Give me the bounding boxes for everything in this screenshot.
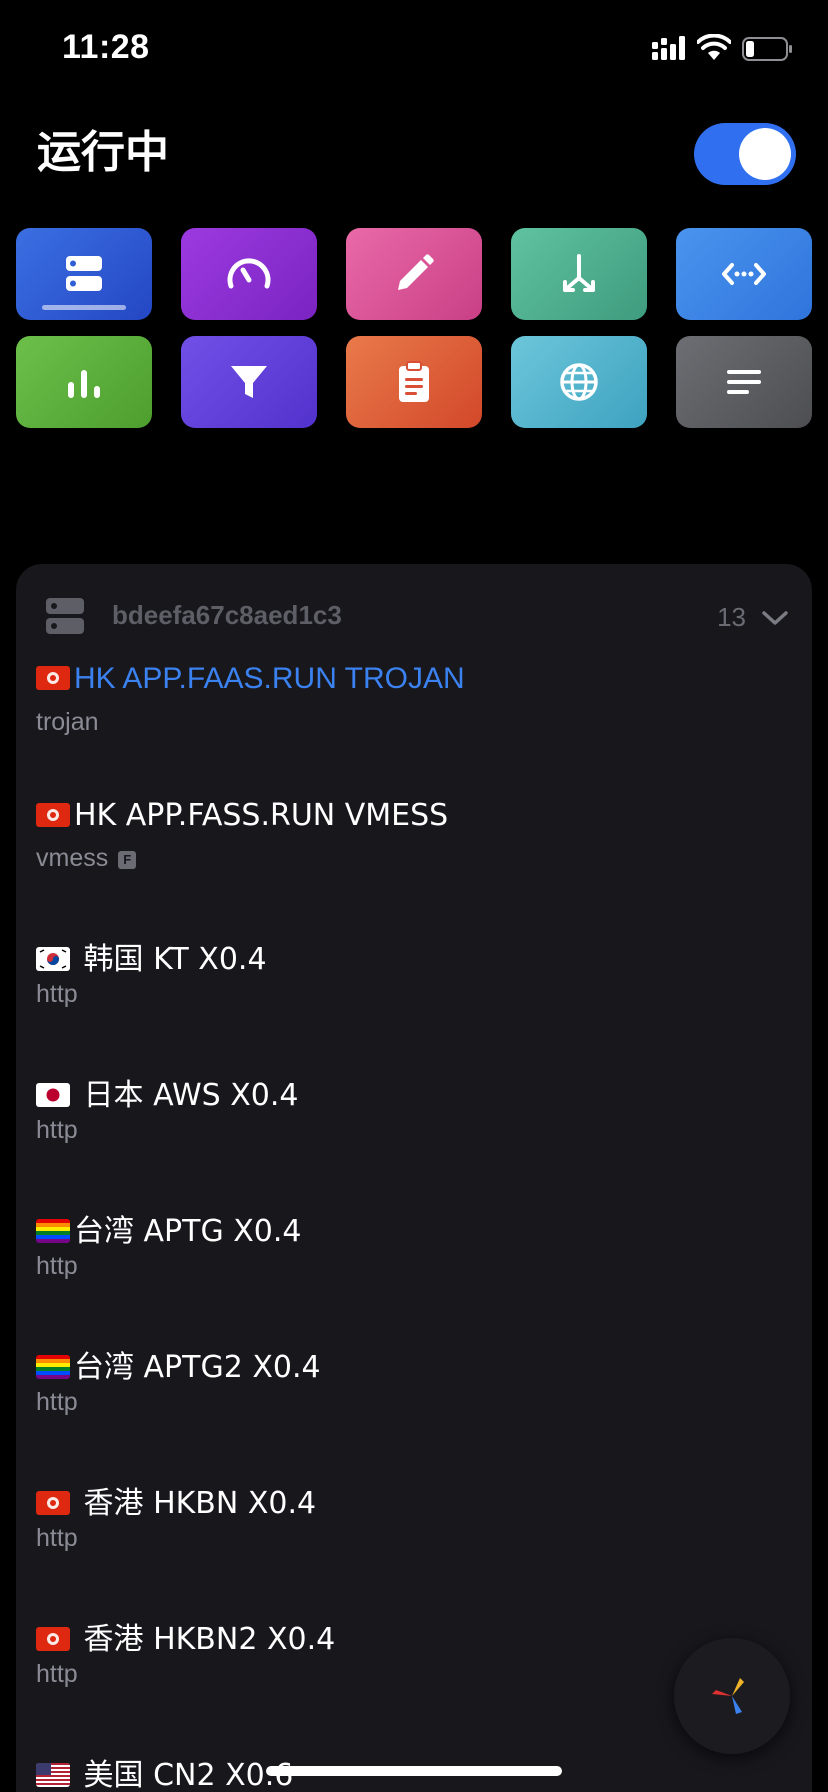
tile-network[interactable]	[511, 336, 647, 428]
merge-icon	[563, 254, 595, 292]
proxy-item[interactable]: 台湾 APTG X0.4 http	[36, 1206, 796, 1306]
chevron-down-icon[interactable]	[762, 610, 788, 626]
proxy-name: HK APP.FASS.RUN VMESS	[36, 798, 448, 833]
proxy-type: http	[36, 1252, 78, 1280]
proxy-name-text: HK APP.FASS.RUN VMESS	[74, 798, 449, 833]
proxy-name-text: 香港 HKBN X0.4	[74, 1486, 317, 1521]
tile-edit[interactable]	[346, 228, 482, 320]
policy-group-name: bdeefa67c8aed1c3	[112, 600, 342, 630]
status-bar: 11:28	[0, 0, 828, 100]
hk-flag-icon	[36, 1627, 70, 1651]
hk-flag-icon	[36, 803, 70, 827]
proxy-name-text: 台湾 APTG X0.4	[74, 1214, 302, 1249]
proxy-name: 香港 HKBN X0.4	[36, 1478, 316, 1522]
tfo-badge: F	[118, 851, 137, 869]
proxy-panel: bdeefa67c8aed1c3 13 HK APP.FAAS.RUN TROJ…	[16, 564, 812, 1792]
tile-server[interactable]	[16, 228, 152, 320]
proxy-name: 台湾 APTG2 X0.4	[36, 1342, 321, 1386]
jp-flag-icon	[36, 1083, 70, 1107]
status-time: 11:28	[62, 28, 150, 66]
hk-flag-icon	[36, 1491, 70, 1515]
proxy-type: http	[36, 1524, 78, 1552]
proxy-name: 台湾 APTG X0.4	[36, 1206, 302, 1250]
proxy-item[interactable]: HK APP.FASS.RUN VMESS vmess F	[36, 798, 796, 898]
tile-routing[interactable]	[511, 228, 647, 320]
speed-test-fab[interactable]	[674, 1638, 790, 1754]
proxy-name-text: 韩国 KT X0.4	[74, 942, 267, 977]
code-icon	[722, 263, 766, 285]
proxy-type-text: vmess	[36, 844, 109, 872]
server-icon	[46, 598, 84, 634]
proxy-name-text: 美国 CN2 X0.6	[74, 1758, 294, 1792]
proxy-item[interactable]: 韩国 KT X0.4 http	[36, 934, 796, 1034]
proxy-name-text: 日本 AWS X0.4	[74, 1078, 299, 1113]
proxy-item[interactable]: 日本 AWS X0.4 http	[36, 1070, 796, 1170]
proxy-item[interactable]: 台湾 APTG2 X0.4 http	[36, 1342, 796, 1442]
tile-speedtest[interactable]	[181, 228, 317, 320]
pinwheel-icon	[712, 1678, 744, 1714]
proxy-name: 香港 HKBN2 X0.4	[36, 1614, 335, 1658]
speedometer-icon	[227, 258, 271, 289]
globe-icon	[560, 363, 598, 401]
proxy-type: trojan	[36, 708, 99, 736]
proxy-name-text: 台湾 APTG2 X0.4	[74, 1350, 321, 1385]
home-indicator	[266, 1766, 562, 1776]
proxy-type: http	[36, 1388, 78, 1416]
kr-flag-icon	[36, 947, 70, 971]
cellular-signal-icon	[652, 36, 685, 60]
proxy-item[interactable]: HK APP.FAAS.RUN TROJAN trojan	[36, 662, 796, 762]
selected-indicator	[42, 305, 126, 310]
server-icon	[66, 256, 102, 291]
panel-header[interactable]: bdeefa67c8aed1c3 13	[16, 564, 812, 668]
proxy-name: HK APP.FAAS.RUN TROJAN	[36, 662, 465, 696]
proxy-type: http	[36, 1660, 78, 1688]
rainbow-flag-icon	[36, 1219, 70, 1243]
battery-icon	[742, 37, 792, 61]
proxy-count: 13	[717, 602, 746, 632]
vpn-toggle[interactable]	[694, 123, 796, 185]
us-flag-icon	[36, 1763, 70, 1787]
rainbow-flag-icon	[36, 1355, 70, 1379]
proxy-type: vmess F	[36, 844, 137, 873]
toggle-knob	[739, 128, 791, 180]
text-align-icon	[727, 370, 761, 394]
tile-script[interactable]	[676, 228, 812, 320]
wifi-icon	[697, 34, 731, 60]
tile-more[interactable]	[676, 336, 812, 428]
pencil-icon	[398, 254, 434, 290]
proxy-name: 韩国 KT X0.4	[36, 934, 267, 978]
bar-chart-icon	[68, 370, 100, 398]
tile-logs[interactable]	[346, 336, 482, 428]
proxy-name: 美国 CN2 X0.6	[36, 1750, 293, 1792]
page-title: 运行中	[37, 127, 169, 178]
filter-icon	[231, 366, 267, 398]
proxy-type: http	[36, 1116, 78, 1144]
proxy-item[interactable]: 香港 HKBN X0.4 http	[36, 1478, 796, 1578]
tile-rules[interactable]	[181, 336, 317, 428]
hk-flag-icon	[36, 666, 70, 690]
proxy-name-text: HK APP.FAAS.RUN TROJAN	[74, 662, 465, 695]
proxy-name: 日本 AWS X0.4	[36, 1070, 298, 1114]
tile-statistics[interactable]	[16, 336, 152, 428]
proxy-name-text: 香港 HKBN2 X0.4	[74, 1622, 336, 1657]
clipboard-icon	[399, 361, 429, 402]
proxy-type: http	[36, 980, 78, 1008]
